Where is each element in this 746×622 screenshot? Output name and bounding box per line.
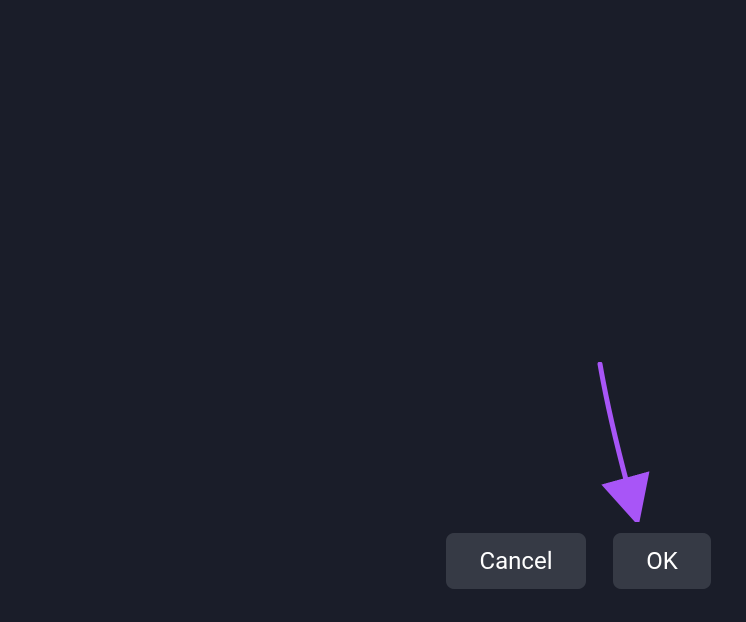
annotation-arrow-icon — [592, 362, 652, 522]
cancel-button[interactable]: Cancel — [446, 533, 586, 589]
ok-button[interactable]: OK — [613, 533, 711, 589]
dialog-button-row: Cancel OK — [446, 533, 711, 589]
